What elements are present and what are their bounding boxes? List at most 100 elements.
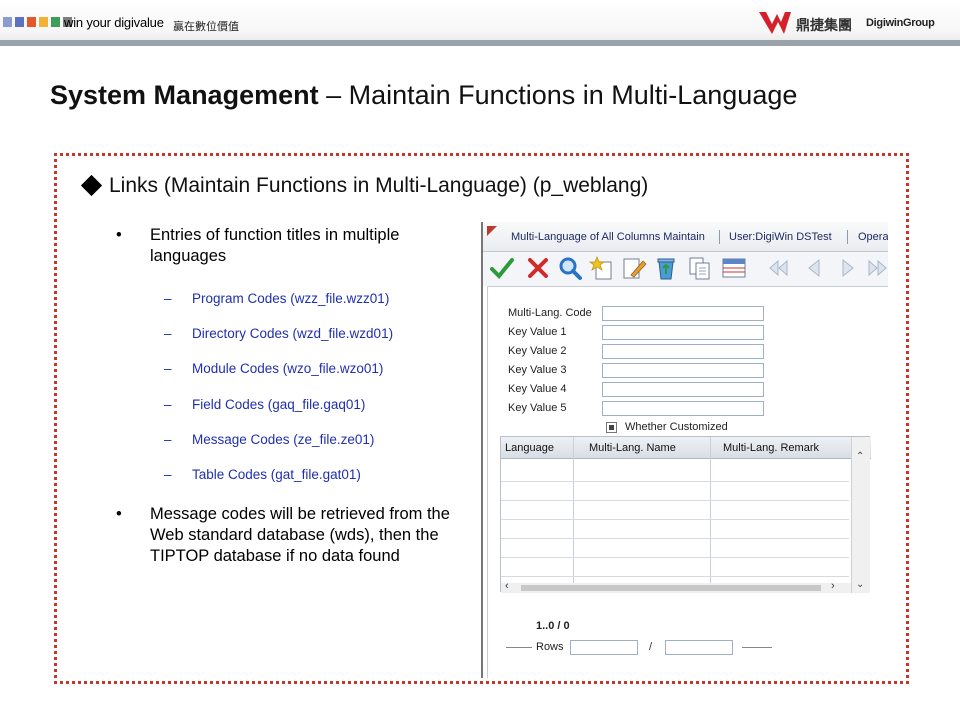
table-row[interactable]: [501, 576, 849, 577]
sub-item: – Directory Codes (wzd_file.wzd01): [164, 326, 393, 341]
table-row[interactable]: [501, 500, 849, 501]
app-screenshot: Multi-Language of All Columns Maintain U…: [481, 222, 888, 678]
page-title: System Management – Maintain Functions i…: [50, 80, 797, 111]
divider-line: [506, 647, 532, 648]
sub-item-text: Table Codes (gat_file.gat01): [192, 467, 361, 482]
brand-square: [3, 17, 12, 27]
field-label: Key Value 3: [508, 364, 567, 376]
brand-square: [15, 17, 24, 27]
column-header-language[interactable]: Language: [505, 442, 554, 454]
vertical-scrollbar[interactable]: ⌃ ⌄: [851, 437, 870, 593]
field-label: Key Value 2: [508, 345, 567, 357]
tab-separator: [719, 230, 720, 244]
field-label: Multi-Lang. Code: [508, 307, 592, 319]
header-divider: [0, 40, 960, 46]
sub-item: – Message Codes (ze_file.ze01): [164, 432, 374, 447]
next-record-icon[interactable]: [835, 255, 861, 281]
brand-square: [51, 17, 60, 27]
confirm-check-icon[interactable]: [489, 255, 515, 281]
brand-square: [27, 17, 36, 27]
recycle-bin-icon[interactable]: [653, 255, 679, 281]
layout-grid-icon[interactable]: [721, 255, 747, 281]
slogan: win your digivalue: [64, 15, 164, 30]
field-label: Key Value 4: [508, 383, 567, 395]
sub-dash: –: [164, 397, 172, 412]
section-heading-text: Links (Maintain Functions in Multi-Langu…: [109, 174, 649, 197]
slogan-chinese: 贏在數位價值: [173, 21, 239, 33]
digiwin-logo-icon: [759, 12, 791, 34]
multi-lang-code-input[interactable]: [602, 306, 764, 321]
app-toolbar: [483, 252, 888, 286]
scroll-down-icon[interactable]: ⌄: [856, 579, 864, 590]
sub-item-text: Directory Codes (wzd_file.wzd01): [192, 326, 394, 341]
sub-item-text: Program Codes (wzz_file.wzz01): [192, 291, 390, 306]
key-value-4-input[interactable]: [602, 382, 764, 397]
table-row[interactable]: [501, 538, 849, 539]
sub-item-text: Message Codes (ze_file.ze01): [192, 432, 375, 447]
edit-pencil-icon[interactable]: [621, 255, 647, 281]
title-bold: System Management: [50, 80, 319, 110]
key-value-1-input[interactable]: [602, 325, 764, 340]
brand-squares: [3, 17, 72, 27]
corner-marker-icon: [487, 226, 497, 236]
scroll-left-icon[interactable]: ‹: [505, 580, 509, 592]
sub-item: – Table Codes (gat_file.gat01): [164, 467, 361, 482]
rows-separator: /: [649, 641, 653, 653]
cancel-x-icon[interactable]: [525, 255, 551, 281]
sub-dash: –: [164, 291, 172, 306]
query-magnifier-icon[interactable]: [557, 255, 583, 281]
record-counter: 1..0 / 0: [536, 620, 570, 632]
sub-dash: –: [164, 432, 172, 447]
customized-checkbox[interactable]: [606, 422, 617, 433]
column-header-remark[interactable]: Multi-Lang. Remark: [723, 442, 819, 454]
sub-dash: –: [164, 361, 172, 376]
table-row[interactable]: [501, 557, 849, 558]
scroll-right-icon[interactable]: ›: [831, 580, 835, 592]
tab-operation[interactable]: Operat: [858, 231, 888, 243]
bullet-text: Entries of function titles in multiple l…: [150, 226, 400, 265]
column-divider: [710, 437, 711, 583]
header-bar: win your digivalue 贏在數位價值 鼎捷集團 DigiwinGr…: [0, 0, 960, 46]
scroll-up-icon[interactable]: ⌃: [856, 451, 864, 462]
app-form: Multi-Lang. Code Key Value 1 Key Value 2…: [487, 286, 888, 678]
bullet-dot: •: [116, 226, 122, 244]
logo-english: DigiwinGroup: [866, 17, 935, 29]
rows-label: Rows: [536, 641, 564, 653]
first-record-icon[interactable]: [765, 255, 791, 281]
table-row[interactable]: [501, 519, 849, 520]
grid-header: Language Multi-Lang. Name Multi-Lang. Re…: [501, 437, 871, 459]
field-label: Key Value 1: [508, 326, 567, 338]
section-heading: Links (Maintain Functions in Multi-Langu…: [80, 174, 649, 198]
last-record-icon[interactable]: [865, 255, 888, 281]
sub-item: – Program Codes (wzz_file.wzz01): [164, 291, 389, 306]
sub-item-text: Field Codes (gaq_file.gaq01): [192, 397, 366, 412]
field-label: Key Value 5: [508, 402, 567, 414]
column-divider: [573, 437, 574, 583]
tab-program-title[interactable]: Multi-Language of All Columns Maintain: [511, 231, 705, 243]
key-value-3-input[interactable]: [602, 363, 764, 378]
sub-dash: –: [164, 326, 172, 341]
tab-separator: [847, 230, 848, 244]
previous-record-icon[interactable]: [801, 255, 827, 281]
diamond-bullet-icon: [80, 174, 103, 197]
brand-square: [39, 17, 48, 27]
customized-checkbox-label: Whether Customized: [625, 421, 728, 433]
rows-from-input[interactable]: [570, 640, 638, 655]
bullet-text: Message codes will be retrieved from the…: [150, 505, 450, 565]
app-tab-bar: Multi-Language of All Columns Maintain U…: [483, 222, 888, 252]
sub-item-text: Module Codes (wzo_file.wzo01): [192, 361, 384, 376]
horizontal-scrollbar[interactable]: ‹ ›: [501, 580, 851, 593]
table-row[interactable]: [501, 481, 849, 482]
new-star-icon[interactable]: [589, 255, 615, 281]
bullet-dot: •: [116, 505, 122, 523]
rows-to-input[interactable]: [665, 640, 733, 655]
sub-item: – Module Codes (wzo_file.wzo01): [164, 361, 383, 376]
key-value-2-input[interactable]: [602, 344, 764, 359]
divider-line: [742, 647, 772, 648]
tab-user[interactable]: User:DigiWin DSTest: [729, 231, 832, 243]
copy-pages-icon[interactable]: [687, 255, 713, 281]
column-header-name[interactable]: Multi-Lang. Name: [589, 442, 676, 454]
logo-chinese: 鼎捷集團: [796, 17, 852, 33]
scrollbar-thumb[interactable]: [521, 585, 821, 591]
key-value-5-input[interactable]: [602, 401, 764, 416]
